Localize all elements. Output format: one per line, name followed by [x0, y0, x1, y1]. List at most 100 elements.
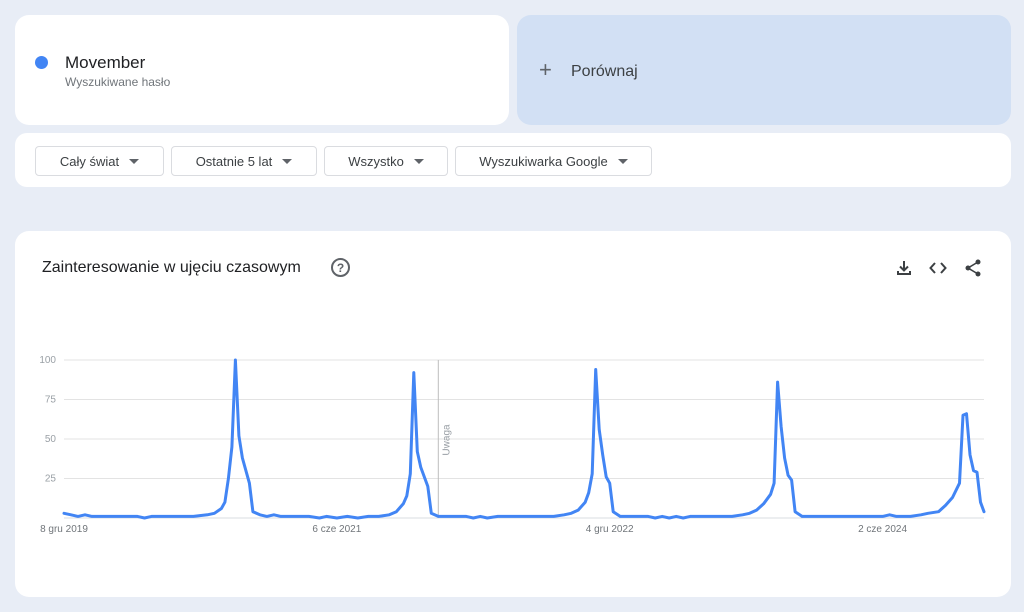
data-point: [731, 515, 733, 517]
data-point: [937, 510, 939, 512]
data-point: [259, 514, 261, 516]
data-point: [689, 515, 691, 517]
data-point: [881, 515, 883, 517]
data-point: [465, 515, 467, 517]
data-point: [871, 515, 873, 517]
data-point: [790, 479, 792, 481]
data-point: [668, 517, 670, 519]
data-point: [969, 454, 971, 456]
x-tick-label: 2 cze 2024: [858, 524, 907, 535]
data-point: [584, 501, 586, 503]
category-filter[interactable]: Wszystko: [324, 146, 448, 176]
x-tick-label: 6 cze 2021: [312, 524, 361, 535]
plus-icon: +: [539, 57, 552, 82]
data-point: [143, 517, 145, 519]
data-point: [402, 503, 404, 505]
data-point: [602, 454, 604, 456]
data-point: [367, 515, 369, 517]
data-point: [280, 515, 282, 517]
data-point: [958, 482, 960, 484]
data-point: [238, 435, 240, 437]
caret-down-icon: [282, 158, 293, 164]
y-tick-label: 50: [45, 434, 57, 445]
data-point: [413, 371, 415, 373]
data-point: [965, 413, 967, 415]
data-point: [91, 515, 93, 517]
data-point: [619, 515, 621, 517]
data-point: [801, 515, 803, 517]
data-point: [472, 517, 474, 519]
data-point: [273, 514, 275, 516]
term-name[interactable]: Movember: [65, 53, 145, 73]
data-point: [682, 517, 684, 519]
time-range-filter[interactable]: Ostatnie 5 lat: [171, 146, 317, 176]
data-point: [909, 515, 911, 517]
data-point: [857, 515, 859, 517]
data-point: [563, 514, 565, 516]
y-tick-label: 25: [45, 474, 57, 485]
caret-down-icon: [413, 158, 424, 164]
data-point: [234, 359, 236, 361]
data-point: [206, 514, 208, 516]
data-point: [783, 457, 785, 459]
data-point: [420, 466, 422, 468]
data-point: [122, 515, 124, 517]
data-point: [77, 515, 79, 517]
data-point: [703, 515, 705, 517]
data-point: [748, 512, 750, 514]
data-point: [378, 515, 380, 517]
data-point: [388, 514, 390, 516]
data-point: [224, 501, 226, 503]
annotation-label: Uwaga: [441, 424, 452, 456]
search-type-filter-label: Wyszukiwarka Google: [479, 153, 608, 169]
data-point: [423, 476, 425, 478]
data-point: [241, 457, 243, 459]
search-term-card[interactable]: Movember Wyszukiwane hasło: [15, 15, 509, 125]
x-tick-label: 8 gru 2019: [40, 524, 88, 535]
data-point: [430, 512, 432, 514]
data-point: [213, 512, 215, 514]
data-point: [406, 495, 408, 497]
data-point: [308, 515, 310, 517]
data-point: [598, 428, 600, 430]
data-point: [654, 517, 656, 519]
data-point: [741, 514, 743, 516]
data-point: [591, 473, 593, 475]
data-point: [787, 474, 789, 476]
data-point: [962, 414, 964, 416]
data-point: [525, 515, 527, 517]
data-point: [979, 501, 981, 503]
data-point: [843, 515, 845, 517]
data-point: [245, 469, 247, 471]
data-point: [951, 496, 953, 498]
data-point: [266, 515, 268, 517]
data-point: [451, 515, 453, 517]
data-point: [150, 515, 152, 517]
data-point: [336, 517, 338, 519]
data-point: [815, 515, 817, 517]
data-point: [570, 512, 572, 514]
data-point: [888, 514, 890, 516]
time-range-filter-label: Ostatnie 5 lat: [195, 153, 273, 169]
region-filter-label: Cały świat: [59, 153, 120, 169]
data-point: [920, 514, 922, 516]
data-point: [357, 517, 359, 519]
data-point: [829, 515, 831, 517]
data-point: [486, 517, 488, 519]
data-point: [794, 510, 796, 512]
data-point: [227, 477, 229, 479]
y-tick-label: 75: [45, 395, 57, 406]
search-type-filter[interactable]: Wyszukiwarka Google: [455, 146, 652, 176]
data-point: [248, 482, 250, 484]
compare-label: Porównaj: [571, 63, 638, 80]
data-point: [539, 515, 541, 517]
compare-button[interactable]: + Porównaj: [517, 15, 1011, 125]
data-point: [325, 515, 327, 517]
data-point: [780, 425, 782, 427]
y-tick-label: 100: [39, 355, 56, 366]
data-point: [553, 515, 555, 517]
data-point: [588, 492, 590, 494]
data-point: [776, 381, 778, 383]
region-filter[interactable]: Cały świat: [35, 146, 164, 176]
data-point: [755, 509, 757, 511]
